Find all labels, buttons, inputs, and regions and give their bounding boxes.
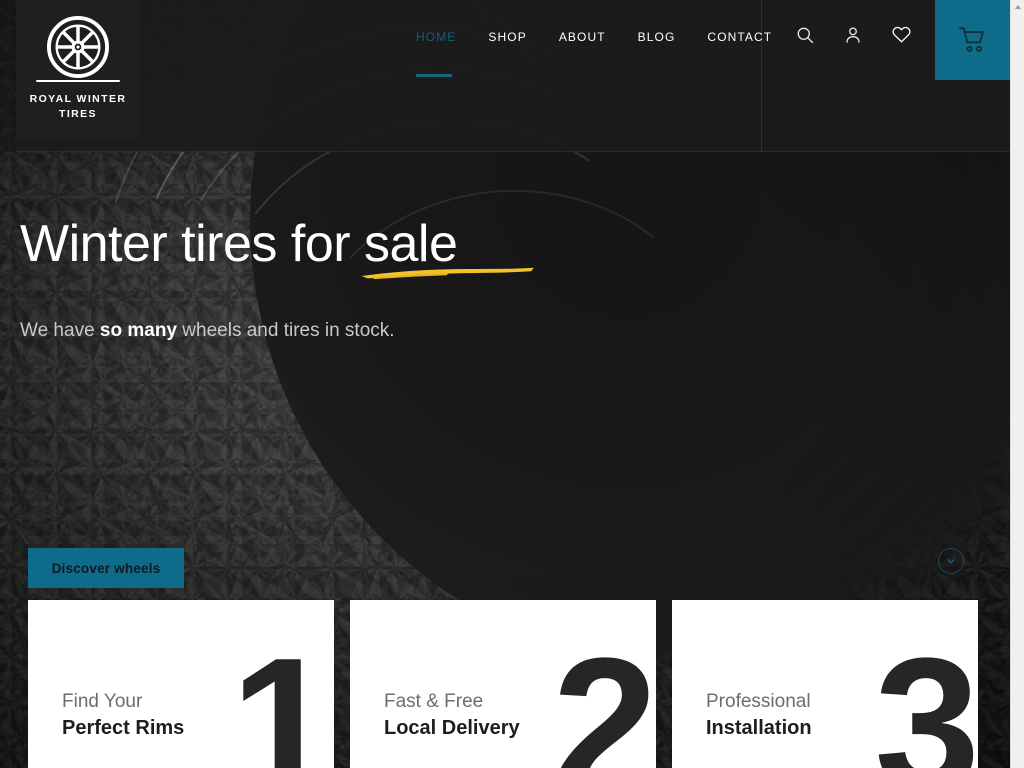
hero-title: Winter tires for sale	[20, 215, 458, 273]
vertical-scrollbar[interactable]	[1010, 0, 1024, 768]
feature-card-1[interactable]: 1 Find Your Perfect Rims	[28, 600, 334, 768]
user-account-icon[interactable]	[843, 25, 863, 45]
hero-subtitle-strong: so many	[99, 320, 178, 341]
feature-card-text: Find Your Perfect Rims	[62, 688, 184, 742]
feature-card-2[interactable]: 2 Fast & Free Local Delivery	[350, 600, 656, 768]
site-header: ROYAL WINTER TIRES HOME SHOP ABOUT BLOG …	[16, 0, 1010, 152]
discover-wheels-button[interactable]: Discover wheels	[28, 548, 184, 588]
shopping-cart-icon	[958, 27, 984, 52]
feature-cards: 1 Find Your Perfect Rims 2 Fast & Free L…	[28, 600, 978, 768]
search-icon[interactable]	[795, 25, 815, 45]
cart-button[interactable]	[935, 0, 1010, 80]
scroll-down-icon	[947, 559, 955, 564]
feature-card-bottom-label: Local Delivery	[384, 717, 520, 739]
feature-card-top-label: Professional	[706, 691, 811, 712]
nav-item-contact[interactable]: CONTACT	[691, 26, 788, 44]
browser-viewport: ROYAL WINTER TIRES HOME SHOP ABOUT BLOG …	[0, 0, 1024, 768]
header-vertical-divider	[761, 0, 762, 152]
feature-card-3[interactable]: 3 Professional Installation	[672, 600, 978, 768]
feature-card-number: 1	[230, 619, 334, 768]
feature-card-bottom-label: Installation	[706, 717, 812, 739]
nav-item-about[interactable]: ABOUT	[543, 26, 622, 44]
feature-card-top-label: Find Your	[62, 691, 143, 712]
site-logo[interactable]: ROYAL WINTER TIRES	[16, 0, 140, 140]
heart-wishlist-icon[interactable]	[891, 24, 912, 45]
nav-active-underline	[416, 74, 452, 77]
scroll-down-indicator[interactable]	[938, 548, 964, 574]
feature-card-text: Professional Installation	[706, 688, 812, 742]
feature-card-text: Fast & Free Local Delivery	[384, 688, 520, 742]
wheel-rim-icon	[47, 16, 109, 78]
logo-text-line2: TIRES	[59, 108, 97, 120]
hero-subtitle: We have so many wheels and tires in stoc…	[20, 320, 395, 342]
primary-navigation: HOME SHOP ABOUT BLOG CONTACT	[400, 26, 788, 77]
header-utility-icons	[795, 24, 912, 45]
scroll-up-arrow-icon[interactable]	[1011, 0, 1024, 14]
feature-card-number: 2	[552, 619, 656, 768]
nav-item-home[interactable]: HOME	[400, 26, 472, 77]
feature-card-number: 3	[874, 619, 978, 768]
hero-section: Winter tires for sale We have so many wh…	[16, 152, 1010, 600]
header-panel	[16, 0, 1010, 152]
nav-item-blog[interactable]: BLOG	[622, 26, 692, 44]
hero-subtitle-after: wheels and tires in stock.	[177, 320, 395, 341]
logo-text-line1: ROYAL WINTER	[29, 93, 127, 105]
feature-card-bottom-label: Perfect Rims	[62, 717, 185, 739]
feature-card-top-label: Fast & Free	[384, 691, 484, 712]
nav-item-shop[interactable]: SHOP	[472, 26, 542, 44]
hero-subtitle-before: We have	[20, 320, 100, 341]
page-content: ROYAL WINTER TIRES HOME SHOP ABOUT BLOG …	[0, 0, 1010, 768]
logo-baseline	[36, 80, 120, 82]
